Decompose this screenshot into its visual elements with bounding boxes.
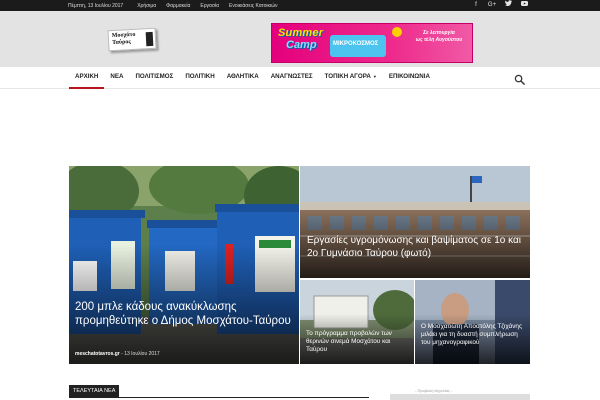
featured-small-article-2[interactable]: Ο Μοσχατιώτη Αποστόλης Τζιχάνης μιλάει γ… (415, 280, 530, 364)
top-link-rentals[interactable]: Ενοικιάσεις Κατοικιών (229, 3, 277, 9)
ad-label: - Προβολή Αγγελίας - (415, 388, 453, 393)
main-nav: ΑΡΧΙΚΗ ΝΕΑ ΠΟΛΙΤΙΣΜΟΣ ΠΟΛΙΤΙΚΗ ΑΘΛΗΤΙΚΑ … (0, 67, 600, 89)
logo-tab (145, 31, 154, 47)
top-link-useful[interactable]: Χρήσιμα (137, 3, 156, 9)
featured-main-date: 13 Ιουλίου 2017 (124, 351, 160, 357)
banner-info: Σε λειτουργία ως τέλη Αυγούστου (408, 30, 470, 44)
nav-item-readers[interactable]: ΑΝΑΓΝΩΣΤΕΣ (265, 67, 319, 89)
facebook-icon[interactable]: f (468, 0, 484, 11)
site-logo[interactable]: Μοσχάτο Ταύρος (107, 27, 157, 54)
top-link-pharmacies[interactable]: Φαρμακεία (166, 3, 190, 9)
featured-main-meta: meschatotavros.gr - 13 Ιουλίου 2017 (75, 351, 160, 357)
sun-icon (392, 27, 402, 37)
logo-card: Μοσχάτο Ταύρος (107, 27, 157, 52)
featured-small-title-2[interactable]: Ο Μοσχατιώτη Αποστόλης Τζιχάνης μιλάει γ… (421, 323, 525, 347)
banner-word-camp: Camp (286, 39, 317, 51)
nav-item-contact[interactable]: ΕΠΙΚΟΙΝΩΝΙΑ (383, 67, 436, 89)
featured-main-author[interactable]: meschatotavros.gr (75, 351, 120, 357)
nav-item-politics[interactable]: ΠΟΛΙΤΙΚΗ (179, 67, 220, 89)
featured-small-title-1[interactable]: Το πρόγραμμα προβολών των θερινών σινεμά… (306, 330, 410, 354)
top-bar: Πέμπτη, 13 Ιουλίου 2017 Χρήσιμα Φαρμακεί… (0, 0, 600, 11)
search-icon[interactable] (514, 72, 525, 85)
nav-item-local-market[interactable]: ΤΟΠΙΚΗ ΑΓΟΡΑ ▼ (319, 67, 383, 89)
chevron-down-icon: ▼ (372, 74, 377, 79)
social-links: f G+ (468, 0, 532, 11)
logo-text-line1: Μοσχάτο (111, 31, 136, 40)
site-header: Μοσχάτο Ταύρος Summer Camp ΜΙΚΡΟΚΟΣΜΟΣ Σ… (0, 11, 600, 67)
youtube-icon[interactable] (516, 0, 532, 11)
nav-items: ΑΡΧΙΚΗ ΝΕΑ ΠΟΛΙΤΙΣΜΟΣ ΠΟΛΙΤΙΚΗ ΑΘΛΗΤΙΚΑ … (69, 67, 436, 89)
logo-text-line2: Ταύρος (112, 39, 131, 47)
nav-item-culture[interactable]: ΠΟΛΙΤΙΣΜΟΣ (129, 67, 179, 89)
banner-info-line1: Σε λειτουργία (423, 30, 455, 36)
current-date: Πέμπτη, 13 Ιουλίου 2017 (68, 2, 124, 9)
latest-news-label: ΤΕΛΕΥΤΑΙΑ ΝΕΑ (69, 385, 120, 398)
latest-news-header: ΤΕΛΕΥΤΑΙΑ ΝΕΑ (69, 385, 369, 398)
summer-camp-banner[interactable]: Summer Camp ΜΙΚΡΟΚΟΣΜΟΣ Σε λειτουργία ως… (271, 23, 473, 63)
ad-slot[interactable] (390, 394, 530, 400)
banner-kids-logo: ΜΙΚΡΟΚΟΣΜΟΣ (330, 35, 386, 57)
banner-info-line2: ως τέλη Αυγούστου (415, 37, 463, 43)
featured-right-article[interactable]: Εργασίες υγρομόνωσης και βαψίματος σε 1ο… (300, 166, 530, 278)
banner-kids-text: ΜΙΚΡΟΚΟΣΜΟΣ (333, 41, 379, 47)
nav-item-news[interactable]: ΝΕΑ (104, 67, 129, 89)
nav-item-local-market-label: ΤΟΠΙΚΗ ΑΓΟΡΑ (324, 73, 371, 80)
google-plus-icon[interactable]: G+ (484, 0, 500, 11)
top-links: Πέμπτη, 13 Ιουλίου 2017 Χρήσιμα Φαρμακεί… (68, 0, 287, 11)
top-link-jobs[interactable]: Εργασία (200, 3, 219, 9)
nav-item-sports[interactable]: ΑΘΛΗΤΙΚΑ (221, 67, 265, 89)
twitter-icon[interactable] (500, 0, 516, 11)
featured-main-article[interactable]: 200 μπλε κάδους ανακύκλωσης προμηθεύτηκε… (69, 166, 299, 364)
nav-item-home[interactable]: ΑΡΧΙΚΗ (69, 67, 105, 89)
banner-word-summer: Summer (278, 27, 324, 39)
featured-right-title[interactable]: Εργασίες υγρομόνωσης και βαψίματος σε 1ο… (307, 234, 523, 260)
featured-main-title[interactable]: 200 μπλε κάδους ανακύκλωσης προμηθεύτηκε… (75, 300, 295, 328)
featured-small-article-1[interactable]: Το πρόγραμμα προβολών των θερινών σινεμά… (300, 280, 414, 364)
